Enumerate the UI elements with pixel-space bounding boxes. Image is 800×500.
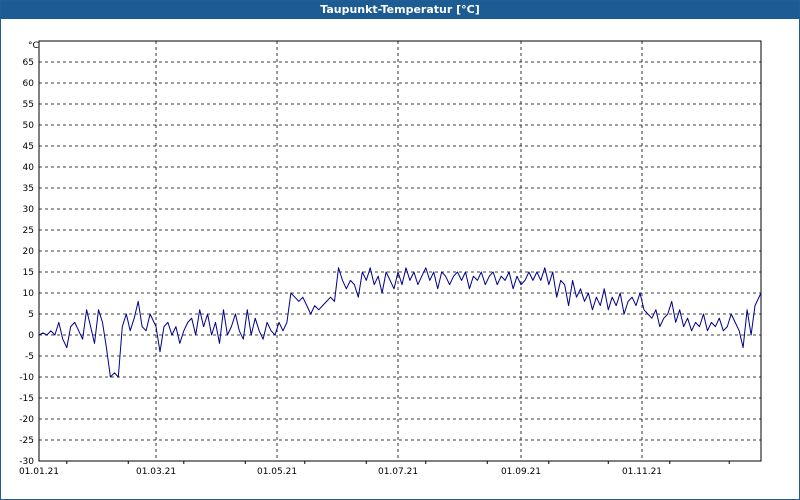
chart-title: Taupunkt-Temperatur [°C] bbox=[1, 1, 799, 19]
y-tick-label: -15 bbox=[19, 394, 34, 404]
x-tick-label: 01.01.21 bbox=[19, 467, 59, 477]
x-tick-label: 01.09.21 bbox=[501, 467, 541, 477]
x-tick-label: 01.05.21 bbox=[257, 467, 297, 477]
y-tick-label: -20 bbox=[19, 415, 34, 425]
y-tick-label: 10 bbox=[23, 289, 35, 299]
y-tick-label: 65 bbox=[23, 58, 34, 68]
y-tick-label: 40 bbox=[23, 163, 35, 173]
y-tick-label: 30 bbox=[23, 205, 35, 215]
y-tick-label: 60 bbox=[23, 79, 35, 89]
x-tick-label: 01.07.21 bbox=[378, 467, 418, 477]
y-tick-label: 50 bbox=[23, 121, 35, 131]
y-tick-label: -30 bbox=[19, 457, 34, 467]
y-tick-label: 45 bbox=[23, 142, 34, 152]
y-tick-label: 0 bbox=[28, 331, 34, 341]
y-tick-label: 20 bbox=[23, 247, 35, 257]
series bbox=[38, 267, 762, 378]
y-tick-label: -10 bbox=[19, 373, 34, 383]
grid bbox=[39, 41, 761, 461]
y-tick-label: -5 bbox=[25, 352, 34, 362]
x-tick-label: 01.11.21 bbox=[622, 467, 662, 477]
x-axis-ticks: 01.01.21 01.03.21 01.05.21 01.07.21 01.09.21… bbox=[19, 461, 730, 477]
chart-window: Taupunkt-Temperatur [°C] 65 60 55 50 45 40 35 3… bbox=[0, 0, 800, 500]
y-tick-label: 5 bbox=[28, 310, 34, 320]
y-tick-label: 15 bbox=[23, 268, 34, 278]
y-tick-label: 35 bbox=[23, 184, 34, 194]
dewpoint-series-line bbox=[38, 267, 762, 378]
y-axis-unit-label: °C bbox=[28, 41, 39, 51]
dewpoint-chart: 65605550454035302520151050-5-10-15-20-25… bbox=[19, 40, 762, 477]
x-tick-label: 01.03.21 bbox=[136, 467, 176, 477]
y-tick-label: -25 bbox=[19, 436, 34, 446]
y-axis-ticks: 65605550454035302520151050-5-10-15-20-25… bbox=[19, 58, 34, 467]
y-tick-label: 25 bbox=[23, 226, 34, 236]
y-tick-label: 55 bbox=[23, 100, 34, 110]
